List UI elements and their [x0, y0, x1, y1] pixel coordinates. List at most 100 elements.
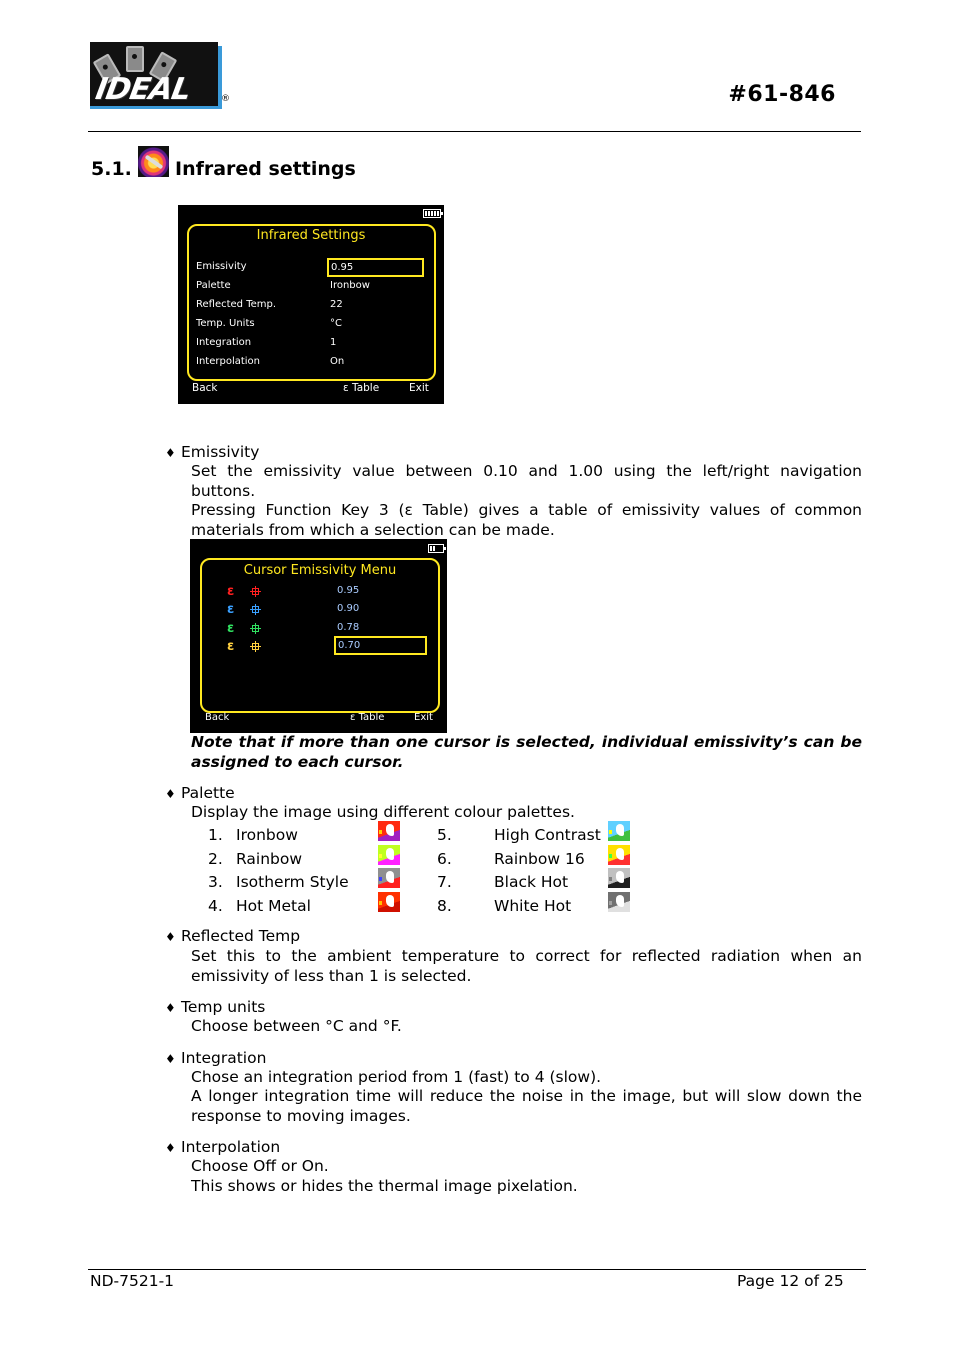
battery-low-icon — [428, 544, 446, 553]
emissivity-symbol-icon: ε — [227, 639, 235, 654]
bullet-label: Integration — [181, 1049, 267, 1067]
cursor-emissivity-note: Note that if more than one cursor is sel… — [191, 733, 862, 771]
setting-value-palette[interactable]: Ironbow — [330, 280, 370, 291]
cursor-crosshair-icon — [250, 586, 261, 597]
palette-name: Rainbow — [236, 850, 303, 868]
setting-value-temp-units[interactable]: °C — [330, 318, 342, 329]
palette-name: Ironbow — [236, 826, 298, 844]
palette-preview-icon — [608, 821, 630, 841]
setting-value-reflected-temp[interactable]: 22 — [330, 299, 343, 310]
infrared-settings-icon — [138, 146, 169, 177]
integration-period-description: Chose an integration period from 1 (fast… — [191, 1068, 602, 1086]
softkey-epsilon-table[interactable]: ε Table — [343, 382, 379, 394]
interpolation-options: Choose Off or On. — [191, 1157, 329, 1175]
battery-full-icon — [423, 209, 443, 218]
palette-preview-shape — [379, 854, 382, 858]
palette-preview-icon — [608, 892, 630, 912]
cursor-emissivity-value[interactable]: 0.78 — [337, 622, 359, 633]
palette-preview-shape — [609, 901, 612, 905]
palette-preview-shape — [379, 901, 382, 905]
logo-tab-icon — [126, 46, 144, 72]
setting-label-palette: Palette — [196, 280, 231, 291]
setting-label-interpolation: Interpolation — [196, 356, 260, 367]
palette-preview-shape — [616, 824, 624, 836]
palette-preview-shape — [616, 848, 624, 860]
palette-number: 6. — [437, 850, 452, 868]
cursor-crosshair-icon — [250, 641, 261, 652]
softkey-exit[interactable]: Exit — [409, 382, 429, 394]
diamond-bullet-icon: ♦ — [165, 1001, 176, 1015]
document-number: #61-846 — [728, 82, 836, 107]
palette-number: 7. — [437, 873, 452, 891]
palette-name: Isotherm Style — [236, 873, 349, 891]
interpolation-description: This shows or hides the thermal image pi… — [191, 1177, 578, 1195]
section-number: 5.1. — [91, 158, 132, 180]
bullet-integration: ♦ Integration — [165, 1049, 266, 1067]
cursor-crosshair-icon — [250, 604, 261, 615]
bullet-interpolation: ♦ Interpolation — [165, 1138, 280, 1156]
ideal-logo: IDEAL — [90, 42, 222, 109]
emissivity-symbol-icon: ε — [227, 602, 235, 617]
screen-title: Infrared Settings — [256, 228, 366, 243]
palette-preview-shape — [379, 830, 382, 834]
setting-label-emissivity: Emissivity — [196, 261, 247, 272]
cursor-emissivity-value[interactable]: 0.70 — [334, 636, 427, 655]
bullet-palette: ♦ Palette — [165, 784, 235, 802]
bullet-temp-units: ♦ Temp units — [165, 998, 265, 1016]
palette-preview-icon — [608, 845, 630, 865]
palette-preview-shape — [609, 877, 612, 881]
infrared-settings-screen: Infrared Settings Emissivity 0.95 Palett… — [178, 205, 444, 404]
palette-name: Black Hot — [494, 873, 569, 891]
palette-preview-icon — [378, 892, 400, 912]
palette-number: 3. — [208, 873, 223, 891]
softkey-back[interactable]: Back — [205, 712, 229, 723]
setting-value-interpolation[interactable]: On — [330, 356, 344, 367]
palette-preview-shape — [386, 848, 394, 860]
palette-preview-shape — [616, 871, 624, 883]
cursor-emissivity-value[interactable]: 0.95 — [337, 585, 359, 596]
bullet-emissivity: ♦ Emissivity — [165, 443, 259, 461]
cursor-emissivity-value[interactable]: 0.90 — [337, 603, 359, 614]
palette-preview-shape — [386, 871, 394, 883]
integration-noise-description: A longer integration time will reduce th… — [191, 1087, 862, 1125]
footer-doc-id: ND-7521-1 — [90, 1272, 175, 1290]
palette-name: High Contrast — [494, 826, 601, 844]
diamond-bullet-icon: ♦ — [165, 1052, 176, 1066]
softkey-epsilon-table[interactable]: ε Table — [350, 712, 384, 723]
emissivity-symbol-icon: ε — [227, 584, 235, 599]
reflected-temp-description: Set this to the ambient temperature to c… — [191, 947, 862, 985]
palette-name: Hot Metal — [236, 897, 311, 915]
logo-accent — [90, 106, 222, 109]
palette-preview-shape — [386, 824, 394, 836]
setting-value-emissivity[interactable]: 0.95 — [327, 258, 424, 277]
palette-preview-shape — [616, 895, 624, 907]
bullet-label: Palette — [181, 784, 235, 802]
emissivity-symbol-icon: ε — [227, 621, 235, 636]
cursor-crosshair-icon — [250, 623, 261, 634]
palette-number: 4. — [208, 897, 223, 915]
diamond-bullet-icon: ♦ — [165, 787, 176, 801]
diamond-bullet-icon: ♦ — [165, 1141, 176, 1155]
palette-description: Display the image using different colour… — [191, 803, 575, 821]
palette-number: 2. — [208, 850, 223, 868]
palette-preview-shape — [379, 877, 382, 881]
setting-value-integration[interactable]: 1 — [330, 337, 336, 348]
softkey-exit[interactable]: Exit — [414, 712, 433, 723]
bullet-label: Temp units — [181, 998, 266, 1016]
bullet-label: Reflected Temp — [181, 927, 301, 945]
palette-preview-shape — [609, 854, 612, 858]
softkey-back[interactable]: Back — [192, 382, 218, 394]
diamond-bullet-icon: ♦ — [165, 930, 176, 944]
palette-number: 8. — [437, 897, 452, 915]
palette-number: 5. — [437, 826, 452, 844]
setting-label-temp-units: Temp. Units — [196, 318, 255, 329]
bullet-label: Interpolation — [181, 1138, 281, 1156]
palette-name: Rainbow 16 — [494, 850, 585, 868]
setting-label-reflected-temp: Reflected Temp. — [196, 299, 277, 310]
header-divider — [88, 131, 861, 132]
wrench-icon — [144, 154, 164, 170]
diamond-bullet-icon: ♦ — [165, 446, 176, 460]
logo-wordmark: IDEAL — [92, 72, 193, 107]
palette-preview-shape — [386, 895, 394, 907]
screen-title: Cursor Emissivity Menu — [243, 563, 397, 578]
